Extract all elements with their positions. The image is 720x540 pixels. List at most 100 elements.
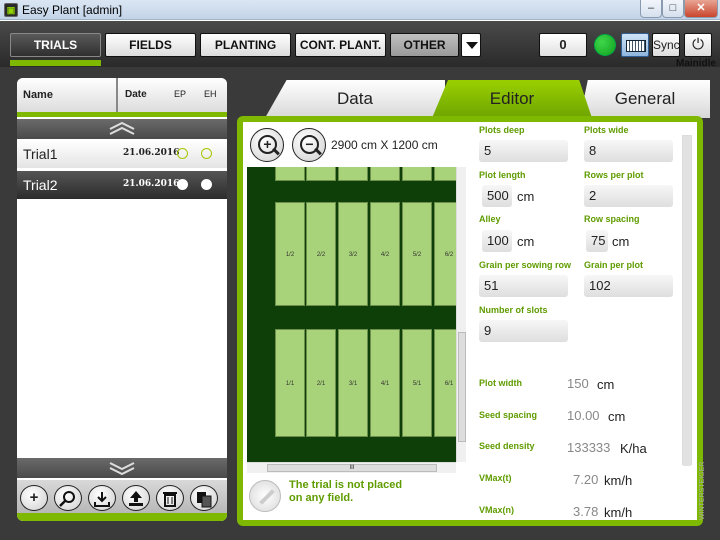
scroll-down-button[interactable]	[17, 458, 227, 478]
plot-length-unit: cm	[517, 189, 535, 204]
plot-cell[interactable]: 2/2	[306, 202, 336, 306]
placement-status-line1: The trial is not placed	[289, 479, 403, 491]
tab-data[interactable]: Data	[265, 80, 445, 118]
more-dropdown-button[interactable]	[461, 33, 481, 57]
column-header-eh[interactable]: EH	[204, 89, 217, 99]
plot-width-value: 150	[567, 376, 589, 391]
field-vertical-scrollbar[interactable]	[456, 167, 466, 462]
plot-cell[interactable]: 6/2	[434, 202, 456, 306]
plot-cell[interactable]: 4/1	[370, 329, 400, 437]
plots-wide-label: Plots wide	[584, 125, 629, 135]
seed-spacing-value: 10.00	[567, 408, 600, 423]
zoom-out-button[interactable]: −	[292, 128, 326, 162]
tab-general[interactable]: General	[580, 80, 710, 118]
plots-deep-label: Plots deep	[479, 125, 525, 135]
header-divider	[116, 78, 118, 112]
upload-icon[interactable]	[122, 485, 150, 511]
power-button[interactable]: ⏻	[684, 33, 712, 57]
scrollbar-thumb[interactable]	[458, 332, 466, 442]
sync-button[interactable]: Sync	[652, 33, 680, 57]
chevron-down-icon	[109, 462, 135, 476]
chevron-up-icon	[109, 121, 135, 135]
trial-name: Trial2	[23, 177, 58, 193]
keyboard-button[interactable]	[621, 33, 649, 57]
panel-accent-bar	[17, 513, 227, 521]
copy-icon[interactable]	[190, 485, 218, 511]
plot-cell[interactable]: 3/1	[338, 329, 368, 437]
trial-date: 21.06.2016	[123, 179, 180, 189]
trial-list-toolbar: +	[17, 480, 227, 513]
ep-indicator-icon	[177, 179, 188, 190]
number-of-slots-label: Number of slots	[479, 305, 548, 315]
trial-list-panel: Name Date EP EH Trial1 21.06.2016 Trial2…	[17, 78, 227, 521]
plot-cell[interactable]	[434, 167, 456, 181]
minimize-button[interactable]: –	[640, 0, 662, 18]
number-of-slots-input[interactable]: 9	[479, 320, 568, 342]
scroll-up-button[interactable]	[17, 119, 227, 139]
row-spacing-input[interactable]: 75	[586, 230, 608, 252]
trial-date: 21.06.2016	[123, 148, 180, 158]
vmax-n-value: 3.78	[573, 504, 599, 519]
row-spacing-label: Row spacing	[584, 214, 640, 224]
plot-cell[interactable]: 4/2	[370, 202, 400, 306]
maximize-button[interactable]: □	[662, 0, 684, 18]
plot-cell[interactable]: 2/1	[306, 329, 336, 437]
delete-icon[interactable]	[156, 485, 184, 511]
download-icon[interactable]	[88, 485, 116, 511]
nav-fields-button[interactable]: FIELDS	[105, 33, 196, 57]
rows-per-plot-input[interactable]: 2	[584, 185, 673, 207]
plot-cell[interactable]: 3/2	[338, 202, 368, 306]
plot-cell[interactable]: 5/2	[402, 202, 432, 306]
plot-cell[interactable]: 1/2	[275, 202, 305, 306]
trial-row-selected[interactable]: Trial2 21.06.2016	[17, 171, 227, 199]
plot-cell[interactable]	[338, 167, 368, 181]
plots-wide-input[interactable]: 8	[584, 140, 673, 162]
scrollbar-thumb[interactable]: III	[267, 464, 437, 472]
plot-cell[interactable]	[370, 167, 400, 181]
plot-cell[interactable]	[306, 167, 336, 181]
eh-indicator-icon	[201, 179, 212, 190]
field-horizontal-scrollbar[interactable]: III	[247, 462, 456, 473]
column-header-ep[interactable]: EP	[174, 89, 186, 99]
add-icon[interactable]: +	[20, 485, 48, 511]
placement-status-line2: on any field.	[289, 492, 354, 504]
scrollbar-thumb[interactable]	[683, 136, 691, 466]
tab-general-label: General	[614, 89, 676, 108]
search-icon[interactable]	[54, 485, 82, 511]
plot-cell[interactable]	[402, 167, 432, 181]
plot-cell[interactable]: 6/1	[434, 329, 456, 437]
grain-per-sowing-row-input[interactable]: 51	[479, 275, 568, 297]
plot-length-input[interactable]: 500	[482, 185, 512, 207]
pencil-icon[interactable]	[249, 480, 281, 512]
form-scrollbar[interactable]	[682, 135, 692, 466]
close-button[interactable]: ✕	[684, 0, 718, 18]
plot-cell[interactable]: 1/1	[275, 329, 305, 437]
grain-per-plot-label: Grain per plot	[584, 260, 644, 270]
column-header-date[interactable]: Date	[125, 89, 147, 100]
row-spacing-unit: cm	[612, 234, 630, 249]
tab-editor-label: Editor	[489, 89, 535, 108]
field-map-canvas[interactable]: 1/2 2/2 3/2 4/2 5/2 6/2 1/1 2/1 3/1 4/1 …	[247, 167, 456, 462]
trial-name: Trial1	[23, 146, 58, 162]
counter-display: 0	[539, 33, 587, 57]
trial-row[interactable]: Trial1 21.06.2016	[17, 140, 227, 168]
vmax-n-unit: km/h	[604, 505, 633, 520]
plot-width-label: Plot width	[479, 378, 522, 388]
plot-cell[interactable]	[275, 167, 305, 181]
plot-cell[interactable]: 5/1	[402, 329, 432, 437]
nav-cont-plant-button[interactable]: CONT. PLANT.	[295, 33, 386, 57]
nav-planting-button[interactable]: PLANTING	[200, 33, 291, 57]
nav-other-button[interactable]: OTHER	[390, 33, 459, 57]
zoom-in-button[interactable]: +	[250, 128, 284, 162]
easy-plant-icon: ▣	[4, 3, 18, 17]
alley-input[interactable]: 100	[482, 230, 512, 252]
tab-editor[interactable]: Editor	[432, 80, 592, 118]
column-header-name[interactable]: Name	[23, 89, 53, 101]
grain-per-plot-input[interactable]: 102	[584, 275, 673, 297]
nav-trials-button[interactable]: TRIALS	[10, 33, 101, 57]
eh-indicator-icon	[201, 148, 212, 159]
status-light-icon	[594, 34, 616, 56]
plots-deep-input[interactable]: 5	[479, 140, 568, 162]
vmax-n-label: VMax(n)	[479, 505, 515, 515]
alley-unit: cm	[517, 234, 535, 249]
